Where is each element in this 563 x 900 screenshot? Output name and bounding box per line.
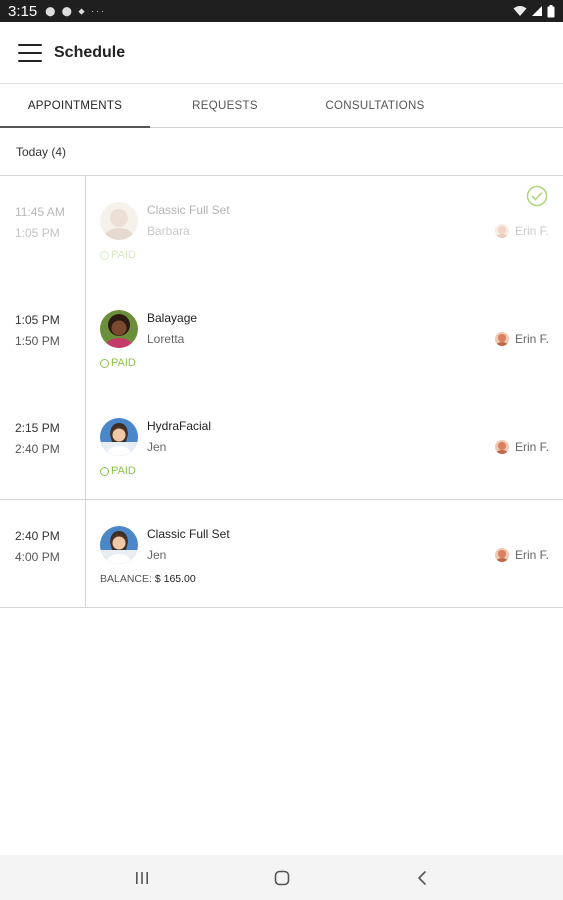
balance-info: BALANCE: $ 165.00	[100, 573, 196, 585]
check-circle-icon	[526, 185, 548, 207]
staff-member: Erin F.	[494, 224, 549, 238]
staff-member: Erin F.	[494, 548, 549, 562]
staff-member: Erin F.	[494, 440, 549, 454]
client-name: Jen	[147, 548, 167, 562]
status-time: 3:15	[8, 2, 38, 20]
end-time: 4:00 PM	[15, 550, 60, 564]
menu-icon[interactable]	[18, 43, 42, 62]
staff-member: Erin F.	[494, 332, 549, 346]
tab-bar: APPOINTMENTS REQUESTS CONSULTATIONS	[0, 84, 563, 128]
client-avatar	[100, 526, 138, 564]
payment-status: PAID	[100, 357, 136, 369]
home-icon[interactable]	[262, 863, 302, 893]
recents-icon[interactable]	[122, 863, 162, 893]
staff-name: Erin F.	[514, 440, 549, 454]
payment-label: PAID	[111, 357, 136, 369]
staff-name: Erin F.	[514, 224, 549, 238]
payment-label: PAID	[111, 249, 136, 261]
appointment-times: 11:45 AM 1:05 PM	[15, 202, 65, 244]
balance-label: BALANCE:	[100, 573, 152, 585]
appointment-item[interactable]: 2:15 PM 2:40 PM HydraFacial Jen PAID Eri…	[0, 392, 563, 500]
tab-appointments[interactable]: APPOINTMENTS	[0, 84, 150, 128]
end-time: 2:40 PM	[15, 442, 60, 456]
payment-status: PAID	[100, 249, 136, 261]
service-name: Balayage	[147, 311, 198, 325]
appointment-item[interactable]: 2:40 PM 4:00 PM Classic Full Set Jen BAL…	[0, 500, 563, 608]
paid-circle-icon	[100, 250, 109, 260]
start-time: 11:45 AM	[15, 205, 65, 219]
appointment-times: 2:40 PM 4:00 PM	[15, 526, 60, 568]
wifi-icon	[513, 6, 527, 16]
staff-name: Erin F.	[514, 548, 549, 562]
client-name: Barbara	[147, 224, 190, 238]
staff-avatar	[494, 224, 509, 238]
client-avatar	[100, 310, 138, 348]
balance-value: $ 165.00	[154, 573, 196, 585]
appointment-times: 1:05 PM 1:50 PM	[15, 310, 60, 352]
service-name: Classic Full Set	[147, 527, 230, 541]
client-name: Jen	[147, 440, 167, 454]
staff-avatar	[494, 548, 509, 562]
back-icon[interactable]	[402, 863, 442, 893]
section-header: Today (4)	[0, 128, 563, 176]
appointment-list: 11:45 AM 1:05 PM Classic Full Set Barbar…	[0, 176, 563, 608]
tab-consultations[interactable]: CONSULTATIONS	[300, 84, 450, 127]
paid-circle-icon	[100, 466, 109, 476]
staff-name: Erin F.	[514, 332, 549, 346]
client-avatar	[100, 202, 138, 240]
start-time: 1:05 PM	[15, 313, 60, 327]
staff-avatar	[494, 440, 509, 454]
start-time: 2:15 PM	[15, 421, 60, 435]
start-time: 2:40 PM	[15, 529, 60, 543]
tab-requests[interactable]: REQUESTS	[150, 84, 300, 127]
appointment-item[interactable]: 1:05 PM 1:50 PM Balayage Loretta PAID Er…	[0, 284, 563, 392]
staff-avatar	[494, 332, 509, 346]
battery-icon	[547, 4, 555, 17]
signal-icon	[532, 6, 542, 16]
service-name: Classic Full Set	[147, 203, 230, 217]
end-time: 1:50 PM	[15, 334, 60, 348]
page-title: Schedule	[54, 43, 126, 61]
status-icons	[513, 4, 555, 18]
client-name: Loretta	[147, 332, 185, 346]
app-bar: Schedule	[0, 22, 563, 84]
appointment-times: 2:15 PM 2:40 PM	[15, 418, 60, 460]
payment-label: PAID	[111, 465, 136, 477]
end-time: 1:05 PM	[15, 226, 60, 240]
status-bar: 3:15 ⬤ ⬤ ⬥ ···	[0, 0, 563, 22]
service-name: HydraFacial	[147, 419, 212, 433]
notification-icons: ⬤ ⬤ ⬥ ···	[45, 5, 107, 16]
client-avatar	[100, 418, 138, 456]
payment-status: PAID	[100, 465, 136, 477]
system-nav-bar	[0, 855, 563, 900]
appointment-item[interactable]: 11:45 AM 1:05 PM Classic Full Set Barbar…	[0, 176, 563, 284]
paid-circle-icon	[100, 358, 109, 368]
